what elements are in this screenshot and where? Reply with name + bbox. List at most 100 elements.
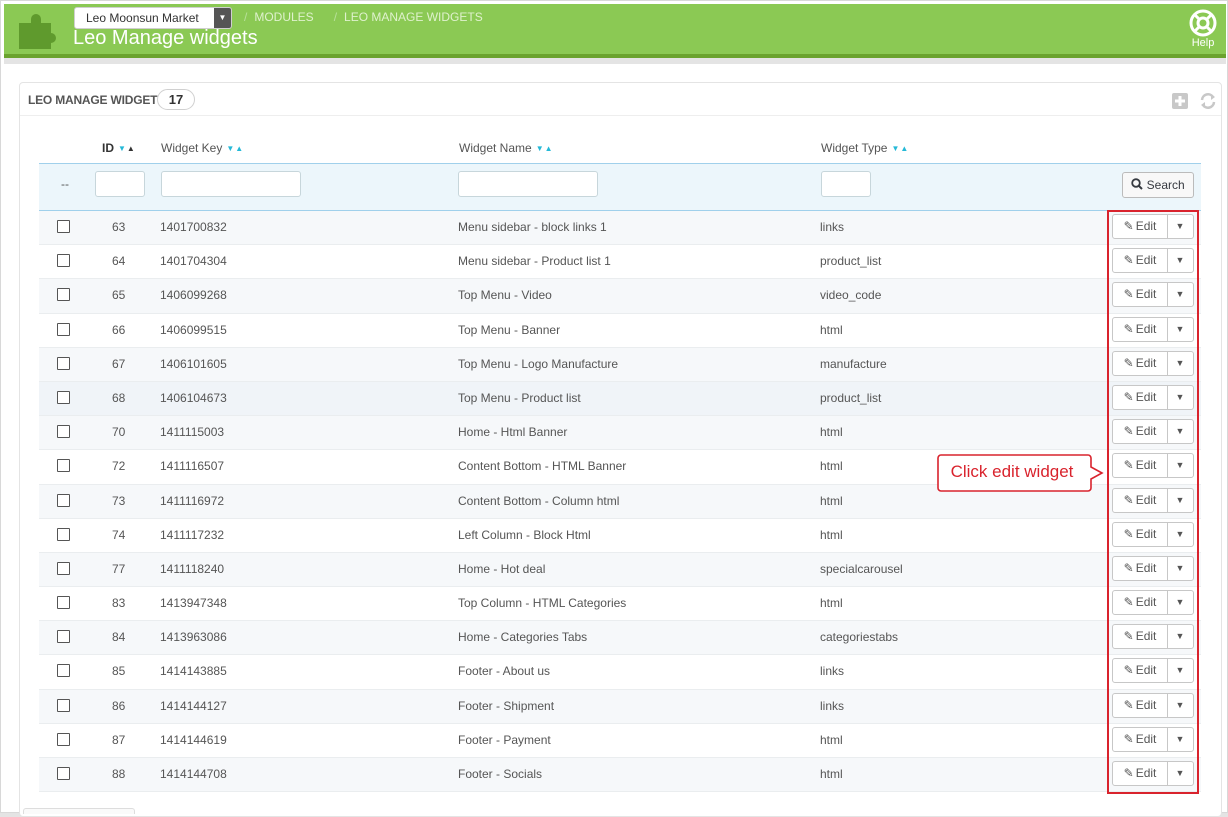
sort-arrows-icon[interactable]: ▼▲ — [891, 144, 909, 153]
row-checkbox[interactable] — [57, 698, 70, 712]
row-actions-dropdown[interactable]: ▼ — [1167, 386, 1193, 409]
caret-down-icon: ▼ — [1175, 357, 1185, 368]
row-actions-dropdown[interactable]: ▼ — [1167, 659, 1193, 682]
sort-arrows-icon[interactable]: ▼▲ — [118, 144, 136, 153]
row-checkbox[interactable] — [57, 220, 70, 233]
help-button[interactable]: Help — [1186, 9, 1220, 49]
row-actions-dropdown[interactable]: ▼ — [1167, 249, 1193, 272]
row-widget-name: Content Bottom - HTML Banner — [458, 459, 627, 474]
row-checkbox[interactable] — [57, 459, 70, 473]
row-widget-type: html — [820, 732, 843, 747]
edit-button[interactable]: ✎ Edit — [1113, 659, 1168, 683]
row-widget-name: Menu sidebar - block links 1 — [458, 220, 607, 234]
row-id: 68 — [112, 390, 126, 405]
edit-button[interactable]: ✎ Edit — [1113, 454, 1168, 478]
row-widget-key: 1411117232 — [160, 527, 225, 542]
row-actions: ✎ Edit ▼ — [1112, 726, 1194, 752]
edit-button[interactable]: ✎ Edit — [1113, 420, 1168, 444]
row-actions: ✎ Edit ▼ — [1112, 590, 1194, 616]
row-checkbox[interactable] — [57, 664, 70, 678]
row-actions: ✎ Edit ▼ — [1112, 487, 1194, 513]
edit-button[interactable]: ✎ Edit — [1113, 625, 1168, 649]
breadcrumb-modules[interactable]: MODULES — [254, 10, 313, 24]
edit-button[interactable]: ✎ Edit — [1113, 351, 1168, 375]
row-checkbox[interactable] — [57, 322, 70, 336]
row-widget-name: Footer - About us — [458, 664, 551, 679]
row-widget-type: html — [820, 425, 843, 440]
column-header-widget-type[interactable]: Widget Type ▼▲ — [821, 141, 909, 155]
filter-widget-key-input[interactable] — [161, 171, 301, 197]
row-actions-dropdown[interactable]: ▼ — [1167, 489, 1193, 512]
column-header-widget-key[interactable]: Widget Key ▼▲ — [161, 141, 244, 155]
row-checkbox[interactable] — [57, 356, 70, 370]
table-row: 77 1411118240 Home - Hot deal specialcarous… — [39, 552, 1201, 588]
edit-label: Edit — [1135, 219, 1157, 233]
row-widget-key: 1411115003 — [160, 425, 225, 440]
row-checkbox[interactable] — [57, 425, 70, 439]
row-widget-type: html — [820, 459, 843, 474]
row-checkbox[interactable] — [57, 254, 70, 268]
callout-text: Click edit widget — [950, 462, 1074, 481]
edit-label: Edit — [1135, 424, 1157, 439]
edit-button[interactable]: ✎ Edit — [1113, 591, 1168, 615]
row-actions-dropdown[interactable]: ▼ — [1167, 694, 1193, 717]
row-checkbox[interactable] — [57, 561, 70, 575]
filter-widget-name-input[interactable] — [458, 171, 598, 197]
row-checkbox[interactable] — [57, 493, 70, 507]
row-widget-name: Home - Html Banner — [458, 425, 568, 440]
row-checkbox[interactable] — [57, 527, 70, 541]
edit-button[interactable]: ✎ Edit — [1113, 762, 1168, 785]
edit-button[interactable]: ✎ Edit — [1113, 522, 1168, 546]
column-header-widget-name[interactable]: Widget Name ▼▲ — [459, 141, 554, 155]
add-new-icon[interactable] — [1171, 92, 1189, 110]
column-header-id[interactable]: ID ▼▲ — [102, 141, 136, 155]
row-widget-type: product_list — [820, 254, 882, 269]
search-button[interactable]: Search — [1122, 172, 1194, 198]
row-actions-dropdown[interactable]: ▼ — [1167, 728, 1193, 751]
filter-id-input[interactable] — [95, 171, 145, 197]
table-row: 68 1406104673 Top Menu - Product list produ… — [39, 381, 1201, 417]
row-actions-dropdown[interactable]: ▼ — [1167, 454, 1193, 477]
row-checkbox[interactable] — [57, 596, 70, 610]
row-actions-dropdown[interactable]: ▼ — [1167, 591, 1193, 614]
edit-button[interactable]: ✎ Edit — [1113, 317, 1168, 341]
row-widget-name: Footer - Shipment — [458, 698, 555, 713]
row-id: 84 — [112, 630, 126, 645]
row-checkbox[interactable] — [57, 630, 70, 644]
filter-widget-type-input[interactable] — [821, 171, 871, 197]
refresh-icon[interactable] — [1199, 92, 1217, 110]
row-actions-dropdown[interactable]: ▼ — [1167, 318, 1193, 341]
row-actions-dropdown[interactable]: ▼ — [1167, 762, 1193, 785]
row-widget-type: html — [820, 493, 843, 508]
sort-arrows-icon[interactable]: ▼▲ — [536, 144, 554, 153]
edit-button[interactable]: ✎ Edit — [1113, 249, 1168, 273]
row-actions-dropdown[interactable]: ▼ — [1167, 215, 1193, 238]
caret-down-icon: ▼ — [1175, 562, 1185, 573]
breadcrumb-leo-manage-widgets[interactable]: LEO MANAGE WIDGETS — [344, 10, 483, 24]
edit-button[interactable]: ✎ Edit — [1113, 727, 1168, 751]
row-widget-name: Top Column - HTML Categories — [458, 596, 627, 611]
sort-arrows-icon[interactable]: ▼▲ — [226, 144, 244, 153]
edit-button[interactable]: ✎ Edit — [1113, 488, 1168, 512]
row-checkbox[interactable] — [57, 288, 70, 302]
row-actions-dropdown[interactable]: ▼ — [1167, 557, 1193, 580]
row-checkbox[interactable] — [57, 390, 70, 404]
row-id: 87 — [112, 732, 126, 747]
row-actions: ✎ Edit ▼ — [1112, 521, 1194, 547]
row-actions-dropdown[interactable]: ▼ — [1167, 352, 1193, 375]
edit-button[interactable]: ✎ Edit — [1113, 385, 1168, 409]
row-checkbox[interactable] — [57, 767, 70, 780]
row-actions-dropdown[interactable]: ▼ — [1167, 625, 1193, 648]
row-actions-dropdown[interactable]: ▼ — [1167, 420, 1193, 443]
table-row: 63 1401700832 Menu sidebar - block links 1… — [39, 211, 1201, 246]
shop-selector-dropdown[interactable]: Leo Moonsun Market ▼ — [74, 7, 232, 29]
row-checkbox[interactable] — [57, 732, 70, 746]
row-actions-dropdown[interactable]: ▼ — [1167, 283, 1193, 306]
chevron-down-icon: ▼ — [214, 8, 231, 28]
row-widget-type: categoriestabs — [820, 630, 899, 645]
edit-button[interactable]: ✎ Edit — [1113, 693, 1168, 717]
row-actions-dropdown[interactable]: ▼ — [1167, 523, 1193, 546]
edit-button[interactable]: ✎ Edit — [1113, 215, 1168, 238]
edit-button[interactable]: ✎ Edit — [1113, 283, 1168, 307]
edit-button[interactable]: ✎ Edit — [1113, 556, 1168, 580]
